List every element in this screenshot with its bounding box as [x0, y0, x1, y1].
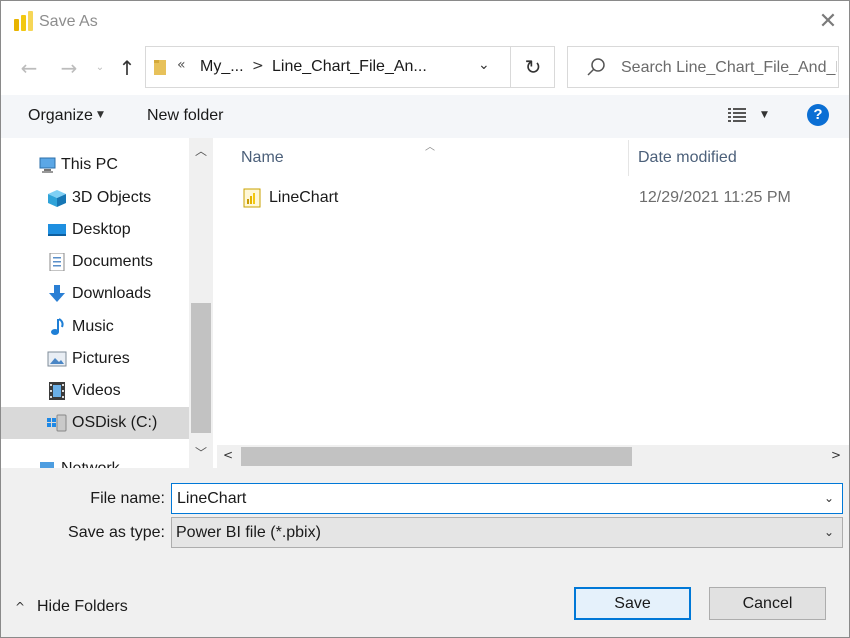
sidebar-item-label: Downloads — [72, 285, 152, 302]
column-divider[interactable] — [628, 140, 629, 176]
organize-button[interactable]: Organize — [28, 107, 93, 125]
forward-arrow-icon[interactable]: → — [55, 55, 83, 81]
sidebar-item-osdisk[interactable]: OSDisk (C:) — [1, 407, 189, 439]
sidebar-item-desktop[interactable]: Desktop — [1, 214, 189, 246]
back-arrow-icon[interactable]: ← — [15, 55, 43, 81]
organize-caret-icon[interactable]: ▼ — [97, 110, 104, 120]
scroll-down-icon[interactable]: ﹀ — [189, 444, 213, 461]
view-options-caret-icon[interactable]: ▼ — [761, 110, 768, 120]
column-header-date-modified[interactable]: Date modified — [638, 149, 737, 167]
save-button[interactable]: Save — [574, 587, 691, 620]
save-options-panel: File name: LineChart ⌄ Save as type: Pow… — [1, 468, 849, 637]
sidebar-item-label: Videos — [72, 382, 121, 399]
scrollbar-thumb[interactable] — [241, 447, 632, 466]
breadcrumb-separator-icon[interactable]: > — [252, 58, 264, 74]
chevron-down-icon[interactable]: ⌄ — [824, 491, 834, 505]
save-as-type-value: Power BI file (*.pbix) — [176, 524, 321, 541]
pbix-file-icon — [243, 188, 261, 208]
file-name-field[interactable]: LineChart ⌄ — [171, 483, 843, 514]
chevron-down-icon[interactable]: ⌄ — [824, 525, 834, 539]
breadcrumb-segment[interactable]: Line_Chart_File_An... — [272, 58, 427, 76]
power-bi-app-icon — [14, 11, 33, 31]
column-header-name[interactable]: Name — [241, 149, 284, 167]
view-options-icon[interactable] — [727, 106, 747, 124]
sidebar-item-label: Documents — [72, 253, 153, 270]
save-as-dialog: Save As ✕ ← → ⌄ ↑ « My_... > Line_Chart_… — [0, 0, 850, 638]
recent-locations-chevron-icon[interactable]: ⌄ — [93, 57, 107, 79]
up-arrow-icon[interactable]: ↑ — [113, 55, 141, 81]
search-box[interactable]: Search Line_Chart_File_And_E... — [567, 46, 839, 88]
sidebar-item-label: Music — [72, 318, 114, 335]
network-icon — [40, 462, 54, 468]
film-icon — [49, 382, 65, 400]
close-icon[interactable]: ✕ — [813, 9, 843, 35]
command-toolbar: Organize ▼ New folder ▼ ? — [1, 95, 849, 138]
help-icon[interactable]: ? — [807, 104, 829, 126]
file-list-horizontal-scrollbar[interactable]: < > — [217, 445, 849, 468]
cube-icon — [48, 190, 66, 207]
sidebar-item-label: Network — [61, 460, 120, 468]
computer-icon — [39, 157, 56, 173]
file-list: Name ︿ Date modified LineChart 12/29/202… — [217, 138, 849, 468]
scroll-up-icon[interactable]: ︿ — [189, 142, 213, 159]
drive-icon — [47, 414, 67, 432]
file-name: LineChart — [269, 189, 339, 206]
window-title: Save As — [39, 13, 98, 30]
music-note-icon — [51, 318, 64, 335]
breadcrumb-segment[interactable]: My_... — [200, 58, 244, 76]
address-divider — [510, 47, 511, 87]
column-header-row: Name ︿ Date modified — [217, 138, 849, 176]
download-arrow-icon — [49, 285, 65, 302]
address-dropdown-icon[interactable]: ⌄ — [478, 57, 490, 73]
sidebar-item-network[interactable]: Network — [1, 453, 189, 468]
file-name-value[interactable]: LineChart — [177, 490, 246, 508]
navigation-pane: This PC 3D Objects Desktop Documents Dow… — [1, 138, 213, 468]
sidebar-item-this-pc[interactable]: This PC — [1, 149, 189, 181]
save-as-type-select[interactable]: Power BI file (*.pbix) ⌄ — [171, 517, 843, 548]
new-folder-button[interactable]: New folder — [147, 107, 223, 125]
sidebar-item-music[interactable]: Music — [1, 311, 189, 343]
file-date-modified: 12/29/2021 11:25 PM — [639, 189, 791, 206]
scroll-left-icon[interactable]: < — [223, 448, 233, 462]
sidebar-item-videos[interactable]: Videos — [1, 375, 189, 407]
search-input[interactable]: Search Line_Chart_File_And_E... — [621, 59, 837, 77]
refresh-icon[interactable]: ↻ — [520, 54, 546, 80]
sidebar-item-pictures[interactable]: Pictures — [1, 343, 189, 375]
sidebar-item-label: Desktop — [72, 221, 131, 238]
scrollbar-thumb[interactable] — [191, 303, 211, 433]
sidebar-item-label: Pictures — [72, 350, 130, 367]
search-icon — [587, 58, 605, 76]
hide-folders-label: Hide Folders — [37, 598, 128, 615]
sidebar-item-label: 3D Objects — [72, 189, 152, 206]
folder-icon — [154, 60, 166, 75]
cancel-button[interactable]: Cancel — [709, 587, 826, 620]
title-bar: Save As ✕ — [1, 1, 849, 45]
desktop-icon — [48, 224, 66, 236]
file-name-label: File name: — [90, 490, 165, 507]
nav-pane-scrollbar[interactable]: ︿ ﹀ — [189, 138, 213, 468]
address-bar[interactable]: « My_... > Line_Chart_File_An... ⌄ ↻ — [145, 46, 555, 88]
picture-icon — [47, 351, 67, 367]
sidebar-item-label: This PC — [61, 156, 118, 173]
save-as-type-label: Save as type: — [68, 524, 165, 541]
chevron-up-icon: ^ — [15, 600, 26, 614]
sidebar-item-documents[interactable]: Documents — [1, 246, 189, 278]
sidebar-item-3d-objects[interactable]: 3D Objects — [1, 182, 189, 214]
scroll-right-icon[interactable]: > — [831, 448, 841, 462]
address-overflow-icon[interactable]: « — [177, 57, 186, 73]
file-row[interactable]: LineChart 12/29/2021 11:25 PM — [237, 184, 837, 214]
document-icon — [49, 253, 65, 271]
sidebar-item-label: OSDisk (C:) — [72, 414, 158, 431]
sort-ascending-icon: ︿ — [425, 142, 435, 153]
sidebar-item-downloads[interactable]: Downloads — [1, 278, 189, 310]
